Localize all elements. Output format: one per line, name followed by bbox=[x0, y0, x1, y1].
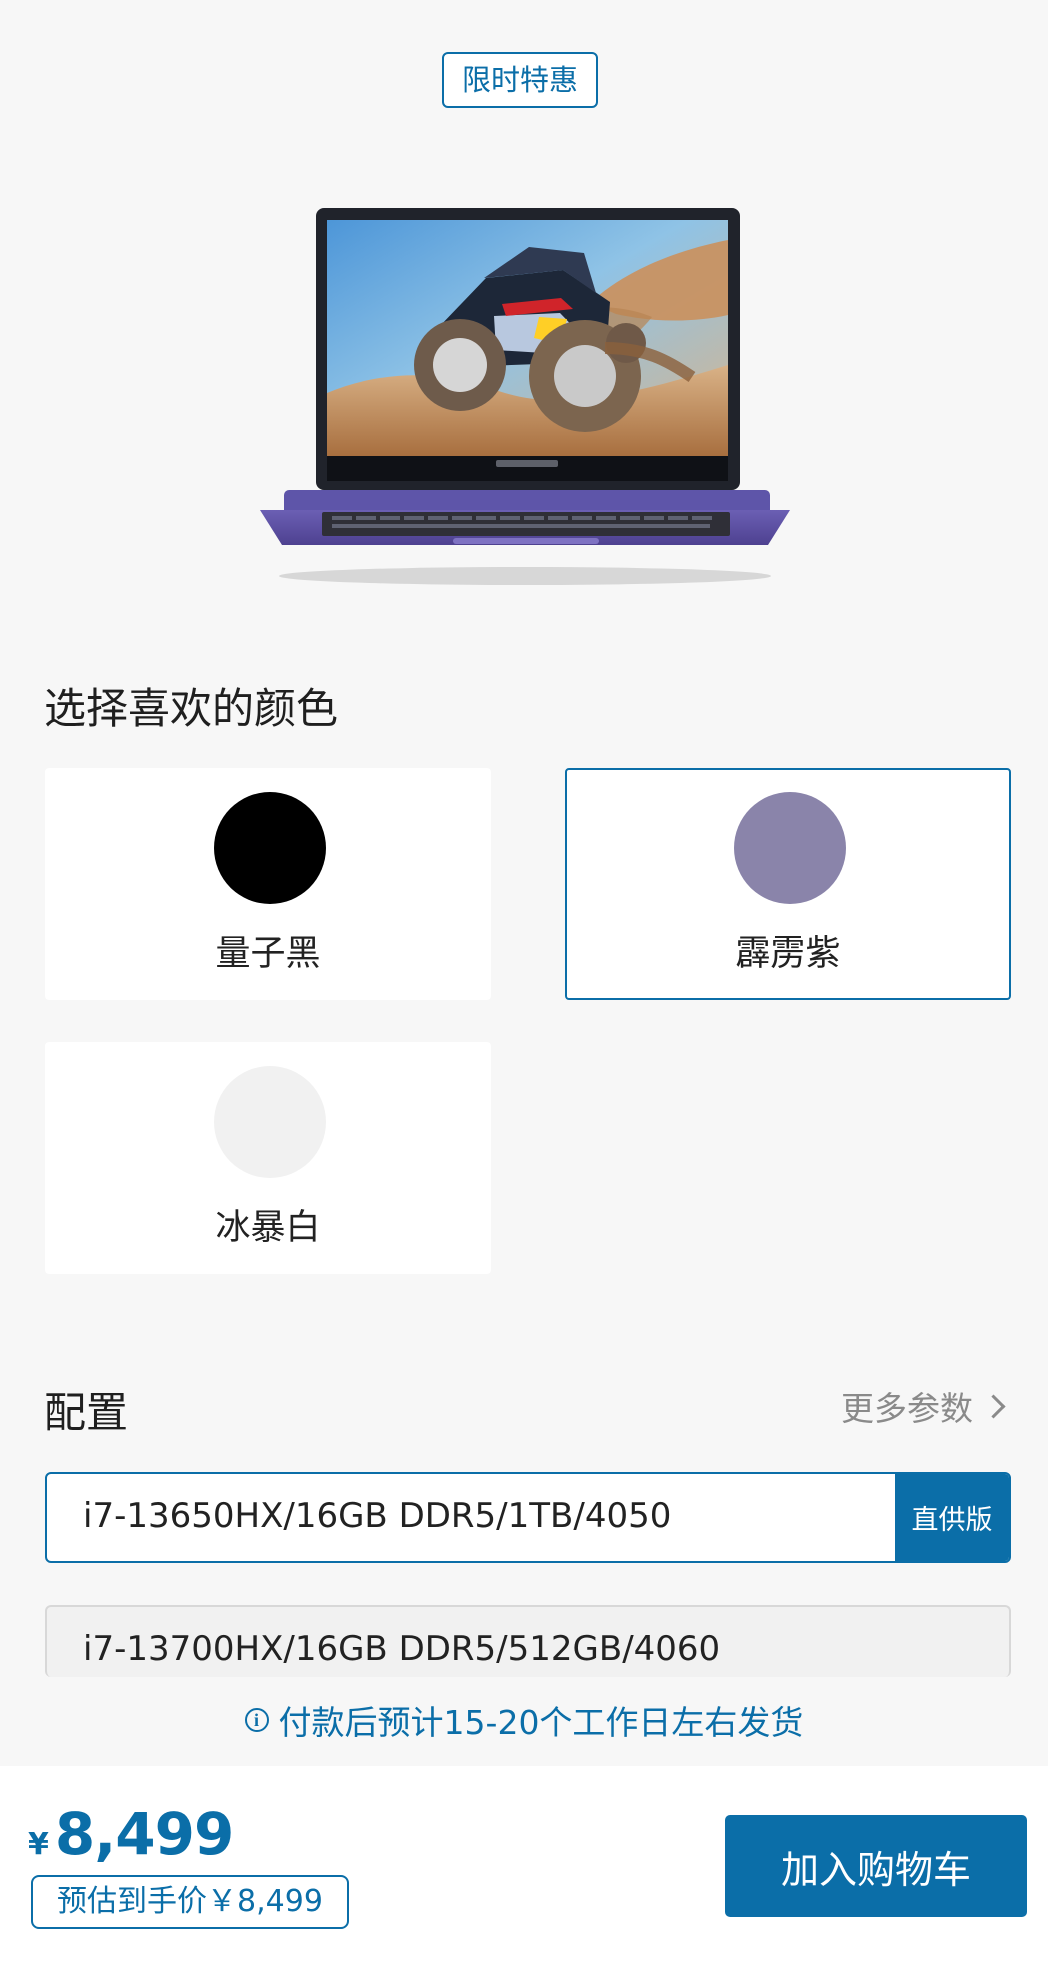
swatch-icon bbox=[734, 792, 846, 904]
chevron-right-icon bbox=[981, 1393, 1006, 1419]
config-option-label: i7-13650HX/16GB DDR5/1TB/4050 bbox=[83, 1496, 672, 1536]
color-option-ice-white[interactable]: 冰暴白 bbox=[45, 1042, 491, 1274]
config-section-title: 配置 bbox=[44, 1388, 129, 1437]
color-option-quantum-black[interactable]: 量子黑 bbox=[45, 768, 491, 1000]
swatch-icon bbox=[214, 792, 326, 904]
currency-symbol: ¥ bbox=[28, 1827, 49, 1862]
info-icon: i bbox=[244, 1708, 269, 1732]
config-option-2[interactable]: i7-13700HX/16GB DDR5/512GB/4060 bbox=[45, 1605, 1011, 1677]
shipping-note: i 付款后预计15-20个工作日左右发货 bbox=[0, 1690, 1048, 1750]
config-option-1[interactable]: i7-13650HX/16GB DDR5/1TB/4050 直供版 bbox=[45, 1472, 1011, 1563]
promo-badge: 限时特惠 bbox=[442, 52, 598, 108]
shipping-text: 付款后预计15-20个工作日左右发货 bbox=[278, 1703, 804, 1742]
laptop-image bbox=[260, 208, 790, 585]
color-option-label: 量子黑 bbox=[215, 934, 321, 974]
color-option-label: 霹雳紫 bbox=[735, 934, 841, 974]
more-params-link[interactable]: 更多参数 bbox=[834, 1384, 1010, 1428]
color-option-label: 冰暴白 bbox=[215, 1208, 321, 1248]
more-params-label: 更多参数 bbox=[841, 1389, 973, 1428]
swatch-icon bbox=[214, 1066, 326, 1178]
color-section-title: 选择喜欢的颜色 bbox=[44, 684, 339, 733]
color-option-thunder-purple[interactable]: 霹雳紫 bbox=[565, 768, 1011, 1000]
price-amount: 8,499 bbox=[54, 1800, 234, 1868]
config-option-label: i7-13700HX/16GB DDR5/512GB/4060 bbox=[83, 1629, 721, 1669]
add-to-cart-button[interactable]: 加入购物车 bbox=[725, 1815, 1027, 1917]
product-image bbox=[260, 205, 790, 585]
estimated-price-badge: 预估到手价￥8,499 bbox=[31, 1875, 349, 1929]
config-badge: 直供版 bbox=[895, 1474, 1009, 1561]
price-display: ¥ 8,499 bbox=[28, 1800, 234, 1868]
